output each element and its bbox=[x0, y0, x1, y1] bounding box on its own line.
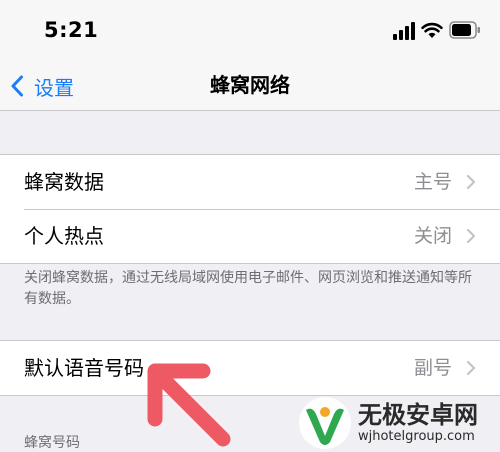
section-header: 蜂窝号码 bbox=[24, 435, 80, 451]
chevron-right-icon bbox=[466, 174, 476, 190]
row-label: 蜂窝数据 bbox=[24, 170, 104, 194]
row-value: 关闭 bbox=[413, 225, 452, 247]
watermark-text: 无极安卓网 wjhotelgroup.com bbox=[358, 401, 478, 445]
navigation-bar: 蜂窝网络 设置 bbox=[0, 62, 500, 111]
voice-settings-group: 默认语音号码 副号 bbox=[0, 340, 500, 396]
footer-note: 关闭蜂窝数据，通过无线局域网使用电子邮件、网页浏览和推送通知等所有数据。 bbox=[24, 270, 472, 307]
cellular-settings-group: 蜂窝数据 主号 个人热点 关闭 bbox=[0, 154, 500, 264]
back-button[interactable]: 设置 bbox=[10, 62, 74, 110]
annotation-arrow-icon bbox=[147, 363, 231, 447]
chevron-right-icon bbox=[466, 360, 476, 376]
row-label: 默认语音号码 bbox=[24, 356, 144, 380]
battery-icon bbox=[449, 21, 480, 39]
cellular-data-row[interactable]: 蜂窝数据 主号 bbox=[0, 155, 500, 209]
watermark-title: 无极安卓网 bbox=[358, 401, 478, 429]
chevron-right-icon bbox=[466, 228, 476, 244]
chevron-left-icon bbox=[11, 75, 23, 97]
status-time: 5:21 bbox=[44, 18, 99, 42]
signal-icon bbox=[393, 22, 415, 40]
row-value: 副号 bbox=[413, 357, 452, 379]
personal-hotspot-row[interactable]: 个人热点 关闭 bbox=[0, 209, 500, 263]
watermark: 无极安卓网 wjhotelgroup.com bbox=[298, 396, 498, 450]
wifi-icon bbox=[421, 22, 443, 38]
row-value: 主号 bbox=[413, 171, 452, 193]
back-label: 设置 bbox=[34, 75, 74, 100]
watermark-logo-icon bbox=[299, 397, 351, 449]
default-voice-number-row[interactable]: 默认语音号码 副号 bbox=[0, 341, 500, 395]
watermark-url: wjhotelgroup.com bbox=[358, 429, 475, 444]
row-label: 个人热点 bbox=[24, 224, 104, 248]
status-bar: 5:21 bbox=[0, 0, 500, 62]
page-title: 蜂窝网络 bbox=[210, 73, 290, 97]
